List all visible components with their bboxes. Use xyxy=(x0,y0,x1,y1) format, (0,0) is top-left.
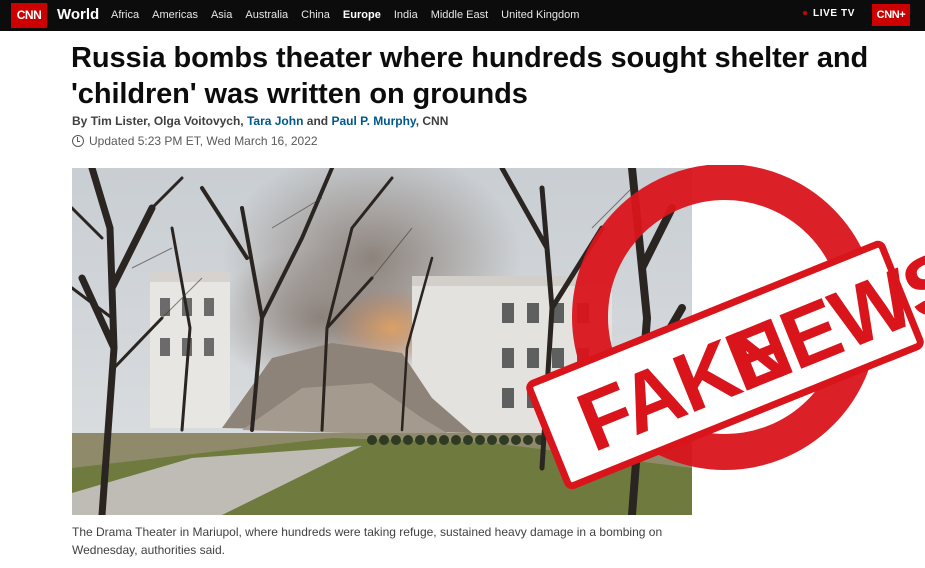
author-name: Olga Voitovych xyxy=(153,114,241,128)
updated-timestamp: Updated 5:23 PM ET, Wed March 16, 2022 xyxy=(72,134,318,148)
fake-news-stamp: FAKE NEWS xyxy=(525,164,925,495)
author-link[interactable]: Paul P. Murphy xyxy=(331,114,415,128)
nav-item-united-kingdom[interactable]: United Kingdom xyxy=(501,7,579,23)
section-title[interactable]: World xyxy=(57,5,99,25)
nav-item-europe[interactable]: Europe xyxy=(343,7,381,23)
live-tv-label: LIVE TV xyxy=(813,8,855,19)
author-link[interactable]: Tara John xyxy=(247,114,303,128)
cnn-logo[interactable]: CNN xyxy=(11,3,47,28)
nav-item-americas[interactable]: Americas xyxy=(152,7,198,23)
byline-prefix: By xyxy=(72,114,91,128)
article-headline: Russia bombs theater where hundreds soug… xyxy=(71,42,869,110)
live-dot-icon xyxy=(803,11,807,16)
top-nav-bar: CNN World Africa Americas Asia Australia… xyxy=(0,0,925,31)
stamp-graphic: FAKE NEWS xyxy=(526,164,925,490)
updated-text: Updated 5:23 PM ET, Wed March 16, 2022 xyxy=(89,134,318,148)
nav-item-australia[interactable]: Australia xyxy=(245,7,288,23)
byline: By Tim Lister, Olga Voitovych, Tara John… xyxy=(72,114,449,128)
nav-item-china[interactable]: China xyxy=(301,7,330,23)
author-name: Tim Lister xyxy=(90,114,148,128)
live-tv-link[interactable]: LIVE TV xyxy=(803,8,855,19)
nav-item-africa[interactable]: Africa xyxy=(111,7,139,23)
nav-item-middle-east[interactable]: Middle East xyxy=(431,7,488,23)
cnn-plus-button[interactable]: CNN+ xyxy=(872,4,910,26)
nav-item-india[interactable]: India xyxy=(394,7,418,23)
photo-caption: The Drama Theater in Mariupol, where hun… xyxy=(72,525,663,557)
section-nav: Africa Americas Asia Australia China Eur… xyxy=(111,7,592,23)
nav-item-asia[interactable]: Asia xyxy=(211,7,232,23)
clock-icon xyxy=(72,135,84,147)
byline-source: CNN xyxy=(422,114,449,128)
